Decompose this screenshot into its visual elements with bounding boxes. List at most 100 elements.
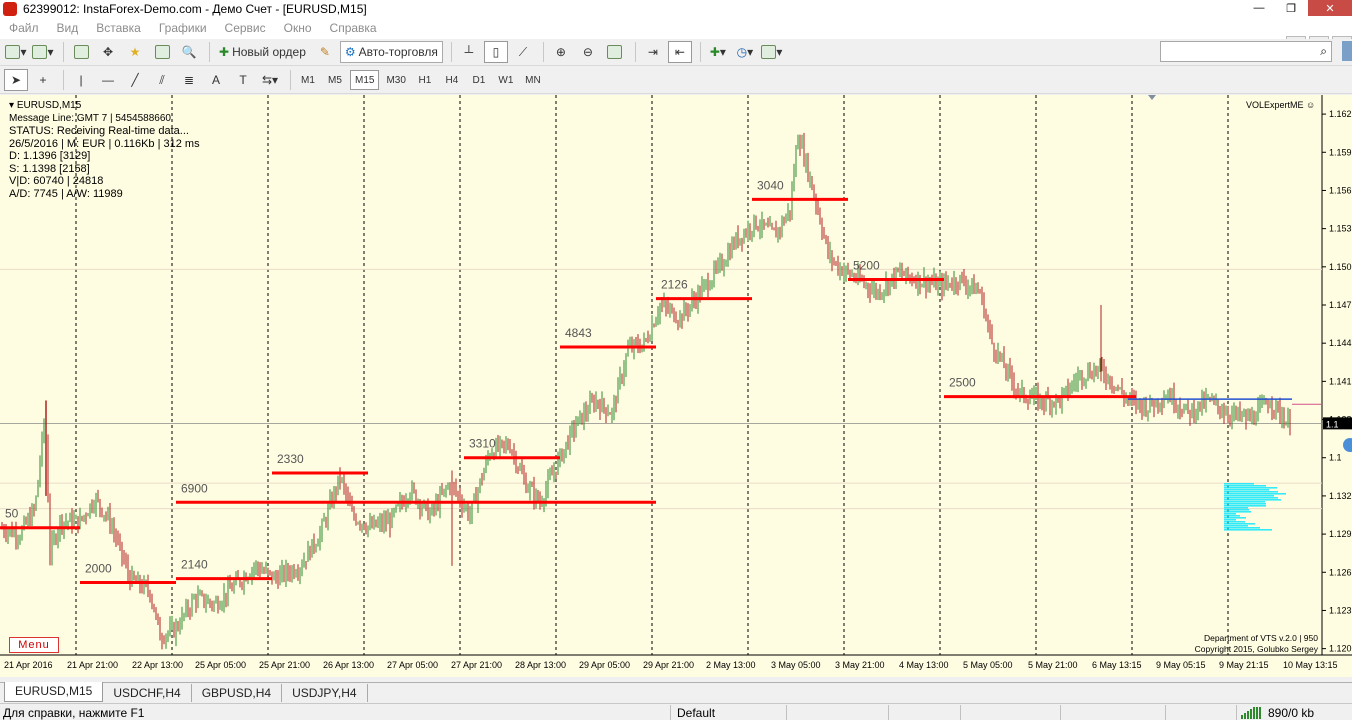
y-tick-label: 1.159 bbox=[1329, 147, 1352, 157]
tf-h4[interactable]: H4 bbox=[440, 70, 464, 90]
horizontal-line-tool[interactable]: — bbox=[96, 69, 120, 91]
tile-windows-button[interactable] bbox=[603, 41, 627, 63]
metaeditor-button[interactable]: ✎ bbox=[313, 41, 337, 63]
cursor-tool[interactable]: ➤ bbox=[4, 69, 28, 91]
menu-tools[interactable]: Сервис bbox=[216, 21, 275, 35]
search-input[interactable] bbox=[1164, 42, 1304, 60]
trendline-tool[interactable]: ╱ bbox=[123, 69, 147, 91]
x-tick-label: 21 Apr 21:00 bbox=[67, 660, 118, 670]
y-tick-label: 1.162 bbox=[1329, 109, 1352, 119]
zoom-out-icon: ⊖ bbox=[582, 45, 593, 59]
candles-icon: ▯ bbox=[492, 45, 500, 59]
market-watch-icon bbox=[73, 45, 89, 59]
minimize-button[interactable]: — bbox=[1244, 0, 1274, 16]
menu-insert[interactable]: Вставка bbox=[87, 21, 150, 35]
new-chart-button[interactable]: ▾ bbox=[4, 41, 28, 63]
tab-usdjpy-h4[interactable]: USDJPY,H4 bbox=[282, 684, 368, 702]
auto-scroll-button[interactable]: ⇥ bbox=[641, 41, 665, 63]
vertical-line-tool[interactable]: | bbox=[69, 69, 93, 91]
candlestick-button[interactable]: ▯ bbox=[483, 41, 508, 63]
fibonacci-tool[interactable]: ≣ bbox=[177, 69, 201, 91]
search-field[interactable]: ⌕ bbox=[1160, 41, 1332, 62]
tf-m30[interactable]: M30 bbox=[382, 70, 409, 90]
data-window-button[interactable]: ✥ bbox=[96, 41, 120, 63]
text-tool[interactable]: A bbox=[204, 69, 228, 91]
close-button[interactable]: ✕ bbox=[1308, 0, 1352, 16]
volume-profile-bar bbox=[1224, 505, 1266, 507]
info-line: 26/5/2016 | M: EUR | 0.116Kb | 312 ms bbox=[9, 137, 200, 150]
tab-eurusd-m15[interactable]: EURUSD,M15 bbox=[4, 682, 104, 702]
crosshair-tool[interactable]: + bbox=[31, 69, 55, 91]
volume-profile-bar bbox=[1224, 513, 1236, 515]
line-chart-button[interactable]: ⟋ bbox=[511, 41, 535, 63]
auto-trading-button[interactable]: ⚙ Авто-торговля bbox=[339, 41, 443, 63]
x-tick-label: 4 May 13:00 bbox=[899, 660, 949, 670]
market-watch-button[interactable] bbox=[69, 41, 93, 63]
terminal-button[interactable] bbox=[150, 41, 174, 63]
volume-level-label: 4843 bbox=[565, 326, 592, 340]
new-order-button[interactable]: ✚ Новый ордер bbox=[215, 41, 310, 63]
volume-profile-bar bbox=[1224, 503, 1266, 505]
side-panel-button[interactable] bbox=[1342, 41, 1352, 61]
tf-d1[interactable]: D1 bbox=[467, 70, 491, 90]
indicator-menu-button[interactable]: Menu bbox=[9, 637, 59, 653]
tf-h1[interactable]: H1 bbox=[413, 70, 437, 90]
volume-profile-bar bbox=[1224, 485, 1266, 487]
strategy-tester-button[interactable]: 🔍 bbox=[177, 41, 201, 63]
volume-level-label: 6900 bbox=[181, 481, 208, 495]
auto-trading-label: Авто-торговля bbox=[358, 45, 438, 59]
magnifier-icon: 🔍 bbox=[181, 45, 197, 59]
tab-gbpusd-h4[interactable]: GBPUSD,H4 bbox=[192, 684, 283, 702]
text-icon: A bbox=[211, 73, 220, 87]
y-tick-label: 1.156 bbox=[1329, 185, 1352, 195]
x-tick-label: 29 Apr 21:00 bbox=[643, 660, 694, 670]
profiles-button[interactable]: ▾ bbox=[31, 41, 55, 63]
volume-level-label: 2126 bbox=[661, 278, 688, 292]
indicators-button[interactable]: ✚ ▾ bbox=[706, 41, 730, 63]
chart-tabs: EURUSD,M15 USDCHF,H4 GBPUSD,H4 USDJPY,H4 bbox=[0, 682, 1352, 702]
robot-icon: ⚙ bbox=[344, 45, 356, 59]
menu-view[interactable]: Вид bbox=[48, 21, 88, 35]
arrows-tool[interactable]: ⇆ ▾ bbox=[258, 69, 282, 91]
volume-level-label: 2000 bbox=[85, 561, 112, 575]
chart-window[interactable]: 1.162 1.159 1.156 1.153 1.150 1.147 1.144 1.141… bbox=[0, 95, 1352, 677]
tf-w1[interactable]: W1 bbox=[494, 70, 518, 90]
periods-button[interactable]: ◷ ▾ bbox=[733, 41, 757, 63]
text-label-tool[interactable]: T bbox=[231, 69, 255, 91]
connection-icon bbox=[1241, 707, 1262, 719]
y-tick-label: 1.150 bbox=[1329, 262, 1352, 272]
volume-level-label: 2140 bbox=[181, 558, 208, 572]
tf-mn[interactable]: MN bbox=[521, 70, 545, 90]
volume-level-label: 5200 bbox=[853, 259, 880, 273]
profiles-icon bbox=[32, 45, 48, 59]
traffic-text: 890/0 kb bbox=[1268, 706, 1315, 720]
indicator-footer: Department of VTS v.2.0 | 950 Copyright … bbox=[1188, 633, 1318, 654]
vertical-line-icon: | bbox=[79, 73, 83, 87]
volume-level-label: 2500 bbox=[949, 376, 976, 390]
chart-shift-button[interactable]: ⇤ bbox=[667, 41, 692, 63]
menu-file[interactable]: Файл bbox=[0, 21, 48, 35]
zoom-in-button[interactable]: ⊕ bbox=[549, 41, 573, 63]
volume-profile-bar bbox=[1224, 483, 1254, 485]
volume-profile-bar bbox=[1224, 509, 1249, 511]
price-chart[interactable]: 1.1621.1591.1561.1531.1501.1471.1441.141… bbox=[0, 95, 1352, 677]
bar-chart-button[interactable]: ┴ bbox=[457, 41, 481, 63]
tf-m5[interactable]: M5 bbox=[323, 70, 347, 90]
search-icon[interactable]: ⌕ bbox=[1320, 44, 1327, 59]
tf-m15[interactable]: M15 bbox=[350, 70, 380, 90]
navigator-button[interactable]: ★ bbox=[123, 41, 147, 63]
menu-help[interactable]: Справка bbox=[321, 21, 386, 35]
menu-charts[interactable]: Графики bbox=[150, 21, 216, 35]
menu-window[interactable]: Окно bbox=[275, 21, 321, 35]
line-icon: ⟋ bbox=[518, 44, 528, 59]
volume-profile-bar bbox=[1224, 511, 1251, 513]
templates-button[interactable]: ▾ bbox=[760, 41, 784, 63]
tf-m1[interactable]: M1 bbox=[296, 70, 320, 90]
tab-usdchf-h4[interactable]: USDCHF,H4 bbox=[103, 684, 192, 702]
y-tick-label: 1.141 bbox=[1329, 376, 1352, 386]
zoom-out-button[interactable]: ⊖ bbox=[576, 41, 600, 63]
x-tick-label: 21 Apr 2016 bbox=[4, 660, 53, 670]
x-tick-label: 2 May 13:00 bbox=[706, 660, 756, 670]
channel-tool[interactable]: ⫽ bbox=[150, 69, 174, 91]
maximize-button[interactable]: ❐ bbox=[1276, 0, 1306, 16]
